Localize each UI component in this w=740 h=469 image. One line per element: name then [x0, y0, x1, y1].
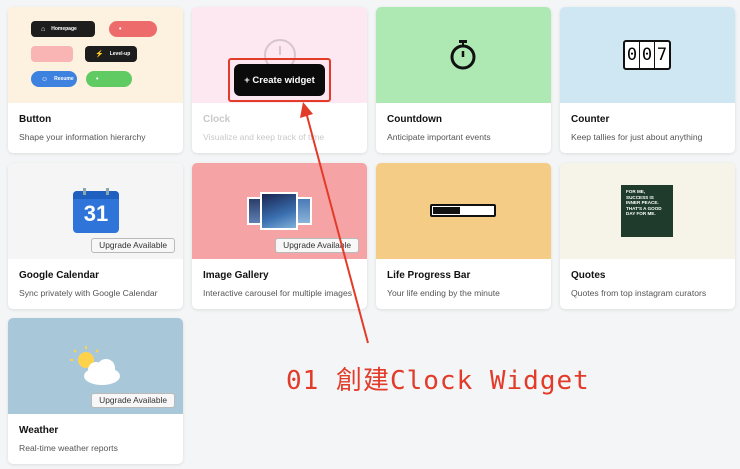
card-description: Shape your information hierarchy [19, 132, 146, 142]
preview-red-pill-button: • [109, 21, 157, 37]
card-title: Clock [203, 114, 231, 125]
dot-icon: • [96, 75, 99, 83]
card-title: Life Progress Bar [387, 270, 471, 281]
card-title: Quotes [571, 270, 606, 281]
counter-display: 0 0 7 [623, 40, 671, 70]
card-description: Interactive carousel for multiple images [203, 288, 353, 298]
stopwatch-icon [450, 40, 476, 70]
weather-preview: Upgrade Available [8, 318, 183, 414]
annotation-caption: 01 創建Clock Widget [286, 366, 590, 396]
image-gallery-preview: Upgrade Available [192, 163, 367, 259]
widget-card-button[interactable]: ⌂ Homepage • ⚡ Level-up ☺ Resume • Butto… [8, 7, 183, 153]
card-description: Visualize and keep track of time [203, 132, 325, 142]
card-title: Image Gallery [203, 270, 269, 281]
dot-icon: • [119, 25, 122, 33]
card-description: Sync privately with Google Calendar [19, 288, 158, 298]
widget-card-life-progress-bar[interactable]: Life Progress Bar Your life ending by th… [376, 163, 551, 309]
widget-card-google-calendar[interactable]: 31 Upgrade Available Google Calendar Syn… [8, 163, 183, 309]
create-widget-button[interactable]: + Create widget [234, 64, 325, 96]
calendar-icon: 31 [73, 188, 119, 233]
gallery-image-main [260, 192, 298, 230]
card-title: Weather [19, 425, 59, 436]
widget-card-countdown[interactable]: Countdown Anticipate important events [376, 7, 551, 153]
preview-blank-button [31, 46, 73, 62]
button-preview: ⌂ Homepage • ⚡ Level-up ☺ Resume • [8, 7, 183, 103]
bolt-icon: ⚡ [95, 51, 104, 58]
card-description: Your life ending by the minute [387, 288, 500, 298]
countdown-preview [376, 7, 551, 103]
progress-bar [430, 204, 496, 217]
upgrade-available-badge[interactable]: Upgrade Available [91, 238, 175, 253]
progress-bar-fill [433, 207, 460, 214]
card-description: Real-time weather reports [19, 443, 118, 453]
preview-levelup-button: ⚡ Level-up [85, 46, 137, 62]
widget-card-quotes[interactable]: FOR ME, SUCCESS IS INNER PEACE. THAT'S A… [560, 163, 735, 309]
card-title: Google Calendar [19, 270, 100, 281]
widget-card-image-gallery[interactable]: Upgrade Available Image Gallery Interact… [192, 163, 367, 309]
quote-text: FOR ME, SUCCESS IS INNER PEACE. THAT'S A… [626, 189, 662, 217]
counter-digit: 0 [625, 42, 640, 68]
counter-digit: 7 [656, 45, 668, 65]
upgrade-available-badge[interactable]: Upgrade Available [275, 238, 359, 253]
upgrade-available-badge[interactable]: Upgrade Available [91, 393, 175, 408]
card-description: Anticipate important events [387, 132, 491, 142]
card-title: Counter [571, 114, 610, 125]
counter-preview: 0 0 7 [560, 7, 735, 103]
card-title: Button [19, 114, 52, 125]
preview-homepage-button: ⌂ Homepage [31, 21, 95, 37]
preview-resume-button: ☺ Resume [31, 71, 77, 87]
card-description: Keep tallies for just about anything [571, 132, 703, 142]
preview-green-pill-button: • [86, 71, 132, 87]
calendar-day: 31 [83, 201, 109, 226]
house-icon: ⌂ [41, 25, 46, 33]
counter-digit: 0 [640, 42, 655, 68]
google-calendar-preview: 31 Upgrade Available [8, 163, 183, 259]
quotes-preview: FOR ME, SUCCESS IS INNER PEACE. THAT'S A… [560, 163, 735, 259]
card-description: Quotes from top instagram curators [571, 288, 707, 298]
widget-card-counter[interactable]: 0 0 7 Counter Keep tallies for just abou… [560, 7, 735, 153]
widget-card-weather[interactable]: Upgrade Available Weather Real-time weat… [8, 318, 183, 464]
quote-tile: FOR ME, SUCCESS IS INNER PEACE. THAT'S A… [621, 185, 673, 237]
card-title: Countdown [387, 114, 442, 125]
weather-icon [70, 346, 120, 385]
life-progress-bar-preview [376, 163, 551, 259]
smile-icon: ☺ [41, 75, 49, 83]
